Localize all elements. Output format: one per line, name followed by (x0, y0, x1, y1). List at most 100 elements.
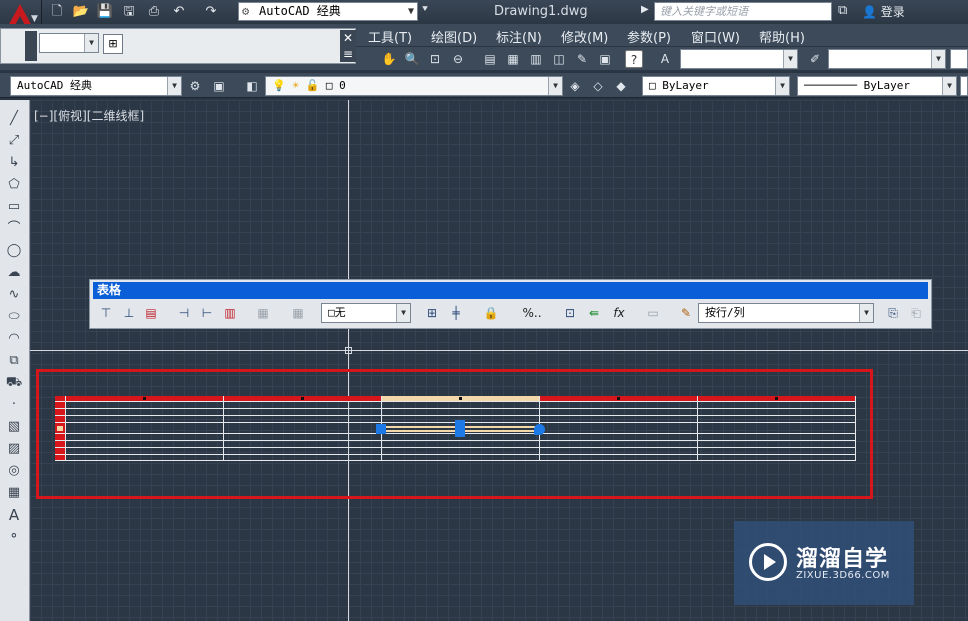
delete-row-icon[interactable]: ▤ (141, 303, 161, 323)
undo-icon[interactable]: ↶ (170, 3, 188, 21)
menu-tools[interactable]: 工具(T) (368, 27, 412, 46)
spline-icon[interactable]: ∿ (4, 286, 24, 304)
menu-parametric[interactable]: 参数(P) (627, 27, 671, 46)
sheet-set-icon[interactable]: ◫ (550, 50, 568, 68)
save-as-icon[interactable]: 🖫 (120, 3, 138, 21)
cell-borders-icon[interactable]: ⊞ (422, 303, 442, 323)
column-grip[interactable] (775, 397, 778, 400)
floating-toolbar-select[interactable]: ▼ (39, 33, 99, 53)
properties-icon[interactable]: ▤ (481, 50, 499, 68)
ellipse-arc-icon[interactable]: ◠ (4, 330, 24, 348)
viewport-controls-label[interactable]: [−][俯视][二维线框] (34, 107, 144, 124)
print-icon[interactable]: ⎙ (145, 3, 163, 21)
delete-column-icon[interactable]: ▥ (220, 303, 240, 323)
markup-icon[interactable]: ✎ (573, 50, 591, 68)
add-selected-icon[interactable]: ⚬ (4, 528, 24, 546)
workspace-settings-icon[interactable]: ⚙ (186, 77, 204, 95)
layer-combo[interactable]: 💡 ☀ 🔓 □ 0 ▼ (265, 76, 563, 96)
circle-icon[interactable]: ◯ (4, 242, 24, 260)
menu-modify[interactable]: 修改(M) (561, 27, 608, 46)
menu-help[interactable]: 帮助(H) (759, 27, 805, 46)
column-grip[interactable] (617, 397, 620, 400)
menu-dimension[interactable]: 标注(N) (496, 27, 542, 46)
arc-icon[interactable]: ⌒ (4, 220, 24, 238)
unmerge-cells-icon[interactable]: ▦ (288, 303, 308, 323)
gradient-icon[interactable]: ▨ (4, 440, 24, 458)
close-floating-toolbar-button[interactable]: ✕ ≡ (340, 30, 356, 62)
insert-row-below-icon[interactable]: ⊥ (119, 303, 139, 323)
make-layer-current-icon[interactable]: ◈ (566, 77, 584, 95)
calculator-icon[interactable]: ▣ (596, 50, 614, 68)
cell-border-select[interactable]: □无 ▼ (321, 303, 411, 323)
multileader-style-select[interactable]: ▼ (828, 49, 946, 69)
drawing-table[interactable] (55, 396, 856, 461)
pan-icon[interactable]: ✋ (380, 50, 398, 68)
multileader-style-icon[interactable]: ✐ (806, 50, 824, 68)
table-cell-style-select[interactable]: 按行/列 ▼ (698, 303, 874, 323)
table-toolbar-title[interactable]: 表格 (93, 282, 928, 299)
polyline-icon[interactable]: ↳ (4, 154, 24, 172)
insert-formula-icon[interactable]: fx (609, 303, 629, 323)
search-input[interactable]: 键入关键字或短语 (654, 2, 832, 21)
construction-line-icon[interactable]: ⤢ (4, 132, 24, 150)
merge-cells-icon[interactable]: ▦ (253, 303, 273, 323)
table-icon[interactable]: ▦ (4, 484, 24, 502)
workspace-select[interactable]: ⚙ AutoCAD 经典 ▼ (238, 2, 418, 21)
save-icon[interactable]: 💾 (96, 3, 114, 21)
new-file-icon[interactable]: 🗋 (48, 3, 66, 21)
line-tool-icon[interactable]: ╱ (4, 110, 24, 128)
revision-cloud-icon[interactable]: ☁ (4, 264, 24, 282)
tool-palettes-icon[interactable]: ▥ (527, 50, 545, 68)
insert-field-icon[interactable]: ⇚ (584, 303, 604, 323)
column-grip[interactable] (301, 397, 304, 400)
design-center-icon[interactable]: ▦ (504, 50, 522, 68)
menu-window[interactable]: 窗口(W) (691, 27, 740, 46)
lineweight-combo[interactable] (960, 76, 968, 96)
manage-cell-contents-icon[interactable]: ▭ (643, 303, 663, 323)
linetype-combo[interactable]: ──────── ByLayer ▼ (797, 76, 957, 96)
search-expand-icon[interactable]: ▶ (641, 4, 649, 15)
redo-icon[interactable]: ↷ (202, 3, 220, 21)
link-cell-icon[interactable]: ⎘ (883, 303, 903, 323)
cell-grip-center[interactable] (455, 420, 465, 437)
customize-quick-access-icon[interactable]: ⯆ (421, 4, 429, 15)
match-cell-icon[interactable]: ✎ (676, 303, 696, 323)
login-button[interactable]: 👤 登录 (862, 3, 905, 20)
toolbar-grip-handle[interactable] (25, 31, 37, 61)
data-format-button[interactable]: %.. (516, 303, 548, 323)
multiline-text-icon[interactable]: A (4, 506, 24, 524)
menu-draw[interactable]: 绘图(D) (431, 27, 477, 46)
binoculars-icon[interactable]: ⧉ (838, 3, 847, 18)
column-grip[interactable] (143, 397, 146, 400)
text-style-select[interactable]: ▼ (680, 49, 798, 69)
layer-properties-icon[interactable]: ◧ (243, 77, 261, 95)
insert-column-left-icon[interactable]: ⊣ (174, 303, 194, 323)
insert-block-cell-icon[interactable]: ⊡ (560, 303, 580, 323)
cell-autofill-grip[interactable] (534, 424, 545, 435)
overflow-select[interactable] (950, 49, 968, 69)
hatch-icon[interactable]: ▧ (4, 418, 24, 436)
workspace-combo[interactable]: AutoCAD 经典 ▼ (10, 76, 182, 96)
table-row-selection-active[interactable] (57, 426, 63, 431)
ellipse-icon[interactable]: ⬭ (4, 308, 24, 326)
insert-column-right-icon[interactable]: ⊢ (197, 303, 217, 323)
toolbar-settings-icon[interactable]: ⊞ (103, 34, 123, 54)
insert-row-above-icon[interactable]: ⊤ (96, 303, 116, 323)
make-block-icon[interactable]: ⛟ (4, 374, 24, 392)
layer-state-icon[interactable]: ◆ (612, 77, 630, 95)
rectangle-icon[interactable]: ▭ (4, 198, 24, 216)
open-file-icon[interactable]: 📂 (72, 3, 90, 21)
region-icon[interactable]: ◎ (4, 462, 24, 480)
column-grip[interactable] (459, 397, 462, 400)
layer-previous-icon[interactable]: ◇ (589, 77, 607, 95)
point-icon[interactable]: · (4, 396, 24, 414)
insert-block-icon[interactable]: ⧉ (4, 352, 24, 370)
cell-grip-left[interactable] (376, 424, 386, 434)
download-from-source-icon[interactable]: ⎗ (906, 303, 926, 323)
zoom-previous-icon[interactable]: ⊖ (449, 50, 467, 68)
save-workspace-icon[interactable]: ▣ (210, 77, 228, 95)
help-icon[interactable]: ? (625, 50, 643, 68)
cell-locking-icon[interactable]: 🔒 (481, 303, 501, 323)
color-combo[interactable]: □ ByLayer ▼ (642, 76, 790, 96)
polygon-icon[interactable]: ⬠ (4, 176, 24, 194)
